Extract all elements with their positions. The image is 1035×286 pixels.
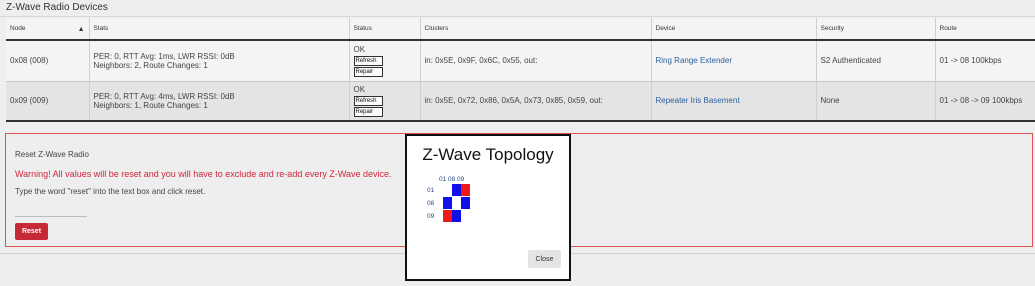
devices-table: Node ▲ Stats Status Clusters Device Secur…: [6, 18, 1035, 122]
header-clusters[interactable]: Clusters: [420, 18, 652, 41]
cell-status: OK Refresh Repair: [349, 81, 421, 122]
header-route[interactable]: Route: [935, 18, 1035, 41]
stats-line: PER: 0, RTT Avg: 4ms, LWR RSSI: 0dB: [93, 91, 235, 101]
divider: [0, 16, 1035, 17]
sort-asc-icon: ▲: [77, 25, 85, 33]
topology-link-cell: [452, 184, 461, 196]
cell-stats: PER: 0, RTT Avg: 4ms, LWR RSSI: 0dB Neig…: [89, 81, 350, 122]
cell-node: 0x08 (008): [6, 40, 90, 82]
topology-row-label: 01: [427, 187, 435, 194]
topology-link-cell: [443, 210, 452, 222]
stats-line: Neighbors: 2, Route Changes: 1: [93, 60, 208, 70]
cell-device: Ring Range Extender: [651, 40, 817, 82]
status-text: OK: [353, 44, 366, 54]
cell-clusters: in: 0x5E, 0x72, 0x86, 0x5A, 0x73, 0x85, …: [420, 81, 652, 122]
refresh-button[interactable]: Refresh: [353, 55, 383, 66]
reset-warning: Warning! All values will be reset and yo…: [15, 169, 392, 179]
reset-confirm-input[interactable]: [15, 207, 87, 217]
header-status[interactable]: Status: [349, 18, 421, 41]
topology-row-label: 09: [427, 213, 435, 220]
repair-button[interactable]: Repair: [353, 66, 383, 77]
header-node[interactable]: Node ▲: [6, 18, 90, 41]
cell-security: S2 Authenticated: [816, 40, 936, 82]
table-row: 0x08 (008) PER: 0, RTT Avg: 1ms, LWR RSS…: [6, 40, 1035, 82]
cell-route: 01 -> 08 100kbps: [935, 40, 1035, 82]
cell-node: 0x09 (009): [6, 81, 90, 122]
header-device[interactable]: Device: [651, 18, 817, 41]
refresh-button[interactable]: Refresh: [353, 95, 383, 106]
cell-security: None: [816, 81, 936, 122]
cell-stats: PER: 0, RTT Avg: 1ms, LWR RSSI: 0dB Neig…: [89, 40, 350, 82]
reset-instruction: Type the word "reset" into the text box …: [15, 187, 206, 196]
device-link[interactable]: Ring Range Extender: [656, 56, 733, 65]
topology-row-label: 08: [427, 200, 435, 207]
reset-title: Reset Z-Wave Radio: [15, 150, 89, 159]
header-node-label: Node: [10, 24, 26, 32]
cell-clusters: in: 0x5E, 0x9F, 0x6C, 0x55, out:: [420, 40, 652, 82]
close-button[interactable]: Close: [528, 250, 561, 268]
topology-link-cell: [461, 184, 470, 196]
topology-column-label: 09: [457, 176, 465, 183]
table-header-row: Node ▲ Stats Status Clusters Device Secur…: [6, 18, 1035, 41]
header-stats[interactable]: Stats: [89, 18, 350, 41]
cell-status: OK Refresh Repair: [349, 40, 421, 82]
device-link[interactable]: Repeater Iris Basement: [656, 96, 740, 105]
table-row: 0x09 (009) PER: 0, RTT Avg: 4ms, LWR RSS…: [6, 81, 1035, 122]
topology-modal: Z-Wave Topology 01 08 09 01 08 09 Close: [405, 134, 571, 281]
header-security[interactable]: Security: [816, 18, 936, 41]
topology-link-cell: [461, 197, 470, 209]
cell-device: Repeater Iris Basement: [651, 81, 817, 122]
topology-column-label: 08: [448, 176, 456, 183]
reset-button[interactable]: Reset: [15, 223, 48, 240]
topology-column-label: 01: [439, 176, 447, 183]
cell-route: 01 -> 08 -> 09 100kbps: [935, 81, 1035, 122]
stats-line: Neighbors: 1, Route Changes: 1: [93, 100, 208, 110]
topology-link-cell: [443, 197, 452, 209]
repair-button[interactable]: Repair: [353, 106, 383, 117]
modal-title: Z-Wave Topology: [422, 145, 554, 164]
stats-line: PER: 0, RTT Avg: 1ms, LWR RSSI: 0dB: [93, 51, 235, 61]
section-title: Z-Wave Radio Devices: [6, 2, 108, 13]
status-text: OK: [353, 84, 366, 94]
topology-link-cell: [452, 210, 461, 222]
